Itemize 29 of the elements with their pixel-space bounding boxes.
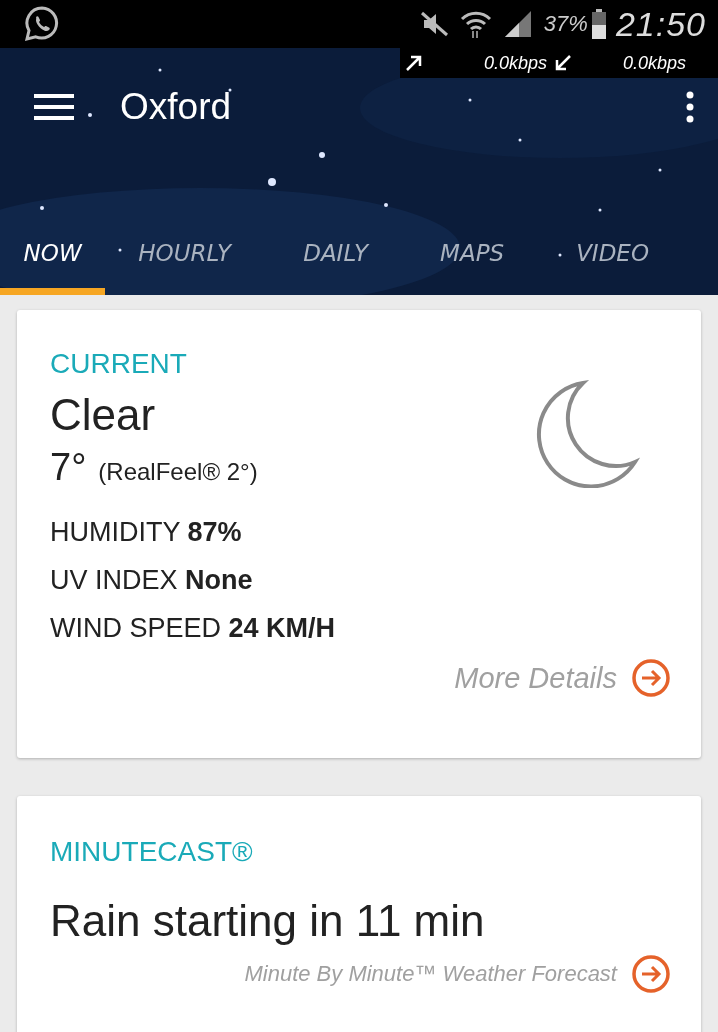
arrow-circle-icon [631, 658, 671, 698]
temperature: 7° [50, 446, 87, 489]
tab[interactable]: DAILY [300, 218, 372, 295]
tab[interactable]: MAPS [437, 218, 508, 295]
rain-forecast-text: Rain starting in 11 min [50, 896, 486, 946]
arrow-circle-icon [631, 954, 671, 994]
weather-stat: HUMIDITY 87% [50, 517, 243, 548]
menu-icon [34, 93, 74, 121]
download-speed: 0.0kbps [623, 52, 687, 74]
upload-arrow-icon [404, 53, 424, 73]
wifi-icon [459, 9, 492, 39]
condition-text: Clear [50, 390, 157, 440]
tab[interactable]: HOURLY [135, 218, 235, 295]
battery-percent: 37% [543, 11, 588, 37]
section-heading: MINUTECAST® [50, 836, 254, 868]
tab[interactable]: NOW [0, 218, 106, 295]
more-options-button[interactable] [686, 91, 694, 123]
clock-time: 21:50 [615, 4, 706, 44]
weather-stat: WIND SPEED 24 KM/H [50, 613, 337, 644]
weather-stat: UV INDEX None [50, 565, 254, 596]
city-title: Oxford [120, 86, 233, 128]
download-arrow-icon [553, 53, 574, 73]
realfeel-temperature: (RealFeel® 2°) [98, 458, 258, 486]
battery-icon [591, 9, 606, 39]
more-options-icon [686, 91, 694, 123]
menu-button[interactable] [34, 93, 74, 121]
upload-speed: 0.0kbps [484, 52, 548, 74]
tab[interactable]: VIDEO [573, 218, 652, 295]
section-heading: CURRENT [50, 348, 188, 380]
